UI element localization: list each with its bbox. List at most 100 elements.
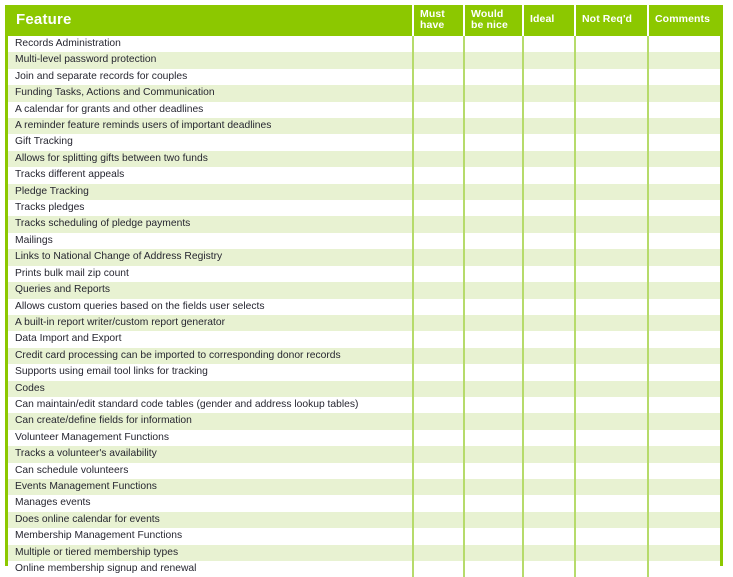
checkbox-cell-not-reqd[interactable]: [575, 298, 649, 315]
checkbox-cell-ideal[interactable]: [523, 347, 576, 365]
checkbox-cell-must-have[interactable]: [413, 134, 465, 151]
checkbox-cell-would-be-nice[interactable]: [464, 134, 524, 151]
checkbox-cell-comments[interactable]: [648, 282, 720, 298]
checkbox-cell-must-have[interactable]: [413, 478, 465, 496]
checkbox-cell-not-reqd[interactable]: [575, 150, 649, 168]
checkbox-cell-must-have[interactable]: [413, 36, 465, 53]
checkbox-cell-must-have[interactable]: [413, 511, 465, 529]
checkbox-cell-ideal[interactable]: [523, 511, 576, 529]
checkbox-cell-comments[interactable]: [648, 315, 720, 331]
checkbox-cell-ideal[interactable]: [523, 528, 576, 545]
checkbox-cell-must-have[interactable]: [413, 85, 465, 102]
checkbox-cell-ideal[interactable]: [523, 52, 576, 69]
checkbox-cell-would-be-nice[interactable]: [464, 462, 524, 479]
checkbox-cell-comments[interactable]: [648, 118, 720, 134]
column-header-feature[interactable]: Feature: [8, 5, 414, 36]
checkbox-cell-would-be-nice[interactable]: [464, 36, 524, 53]
checkbox-cell-ideal[interactable]: [523, 314, 576, 332]
checkbox-cell-not-reqd[interactable]: [575, 462, 649, 479]
checkbox-cell-must-have[interactable]: [413, 298, 465, 315]
checkbox-cell-must-have[interactable]: [413, 396, 465, 414]
checkbox-cell-must-have[interactable]: [413, 413, 465, 430]
checkbox-cell-must-have[interactable]: [413, 167, 465, 184]
checkbox-cell-ideal[interactable]: [523, 183, 576, 201]
checkbox-cell-must-have[interactable]: [413, 200, 465, 217]
checkbox-cell-must-have[interactable]: [413, 249, 465, 266]
checkbox-cell-must-have[interactable]: [413, 68, 465, 86]
checkbox-cell-would-be-nice[interactable]: [464, 544, 524, 561]
checkbox-cell-would-be-nice[interactable]: [464, 528, 524, 545]
checkbox-cell-must-have[interactable]: [413, 561, 465, 577]
checkbox-cell-comments[interactable]: [648, 463, 720, 479]
checkbox-cell-not-reqd[interactable]: [575, 495, 649, 512]
checkbox-cell-would-be-nice[interactable]: [464, 314, 524, 332]
checkbox-cell-not-reqd[interactable]: [575, 446, 649, 463]
checkbox-cell-would-be-nice[interactable]: [464, 478, 524, 496]
checkbox-cell-ideal[interactable]: [523, 561, 576, 577]
checkbox-cell-would-be-nice[interactable]: [464, 298, 524, 315]
checkbox-cell-must-have[interactable]: [413, 232, 465, 250]
checkbox-cell-ideal[interactable]: [523, 380, 576, 397]
checkbox-cell-not-reqd[interactable]: [575, 396, 649, 414]
checkbox-cell-comments[interactable]: [648, 545, 720, 561]
checkbox-cell-would-be-nice[interactable]: [464, 396, 524, 414]
checkbox-cell-comments[interactable]: [648, 216, 720, 232]
checkbox-cell-ideal[interactable]: [523, 249, 576, 266]
checkbox-cell-ideal[interactable]: [523, 150, 576, 168]
checkbox-cell-must-have[interactable]: [413, 347, 465, 365]
checkbox-cell-comments[interactable]: [648, 512, 720, 528]
column-header-comments[interactable]: Comments: [648, 5, 720, 36]
checkbox-cell-not-reqd[interactable]: [575, 216, 649, 233]
checkbox-cell-not-reqd[interactable]: [575, 561, 649, 577]
checkbox-cell-comments[interactable]: [648, 397, 720, 413]
checkbox-cell-would-be-nice[interactable]: [464, 216, 524, 233]
checkbox-cell-would-be-nice[interactable]: [464, 200, 524, 217]
checkbox-cell-not-reqd[interactable]: [575, 134, 649, 151]
checkbox-cell-would-be-nice[interactable]: [464, 429, 524, 447]
checkbox-cell-ideal[interactable]: [523, 200, 576, 217]
checkbox-cell-comments[interactable]: [648, 69, 720, 85]
checkbox-cell-not-reqd[interactable]: [575, 282, 649, 299]
checkbox-cell-ideal[interactable]: [523, 232, 576, 250]
checkbox-cell-must-have[interactable]: [413, 101, 465, 119]
checkbox-cell-ideal[interactable]: [523, 101, 576, 119]
checkbox-cell-not-reqd[interactable]: [575, 183, 649, 201]
checkbox-cell-must-have[interactable]: [413, 265, 465, 283]
checkbox-cell-would-be-nice[interactable]: [464, 347, 524, 365]
checkbox-cell-not-reqd[interactable]: [575, 478, 649, 496]
checkbox-cell-ideal[interactable]: [523, 298, 576, 315]
checkbox-cell-not-reqd[interactable]: [575, 429, 649, 447]
checkbox-cell-not-reqd[interactable]: [575, 249, 649, 266]
checkbox-cell-not-reqd[interactable]: [575, 85, 649, 102]
checkbox-cell-not-reqd[interactable]: [575, 364, 649, 381]
checkbox-cell-comments[interactable]: [648, 381, 720, 397]
checkbox-cell-not-reqd[interactable]: [575, 36, 649, 53]
checkbox-cell-ideal[interactable]: [523, 462, 576, 479]
checkbox-cell-ideal[interactable]: [523, 118, 576, 135]
checkbox-cell-must-have[interactable]: [413, 495, 465, 512]
column-header-would-be-nice[interactable]: Would be nice: [464, 5, 524, 36]
checkbox-cell-would-be-nice[interactable]: [464, 183, 524, 201]
checkbox-cell-comments[interactable]: [648, 413, 720, 429]
checkbox-cell-must-have[interactable]: [413, 446, 465, 463]
checkbox-cell-ideal[interactable]: [523, 429, 576, 447]
checkbox-cell-not-reqd[interactable]: [575, 167, 649, 184]
checkbox-cell-comments[interactable]: [648, 200, 720, 216]
checkbox-cell-not-reqd[interactable]: [575, 347, 649, 365]
checkbox-cell-comments[interactable]: [648, 85, 720, 101]
checkbox-cell-must-have[interactable]: [413, 544, 465, 561]
checkbox-cell-would-be-nice[interactable]: [464, 446, 524, 463]
checkbox-cell-comments[interactable]: [648, 446, 720, 462]
checkbox-cell-would-be-nice[interactable]: [464, 380, 524, 397]
checkbox-cell-ideal[interactable]: [523, 331, 576, 348]
checkbox-cell-would-be-nice[interactable]: [464, 150, 524, 168]
checkbox-cell-ideal[interactable]: [523, 364, 576, 381]
checkbox-cell-must-have[interactable]: [413, 52, 465, 69]
checkbox-cell-ideal[interactable]: [523, 134, 576, 151]
checkbox-cell-not-reqd[interactable]: [575, 200, 649, 217]
checkbox-cell-not-reqd[interactable]: [575, 265, 649, 283]
checkbox-cell-must-have[interactable]: [413, 380, 465, 397]
checkbox-cell-ideal[interactable]: [523, 216, 576, 233]
checkbox-cell-not-reqd[interactable]: [575, 101, 649, 119]
checkbox-cell-not-reqd[interactable]: [575, 528, 649, 545]
